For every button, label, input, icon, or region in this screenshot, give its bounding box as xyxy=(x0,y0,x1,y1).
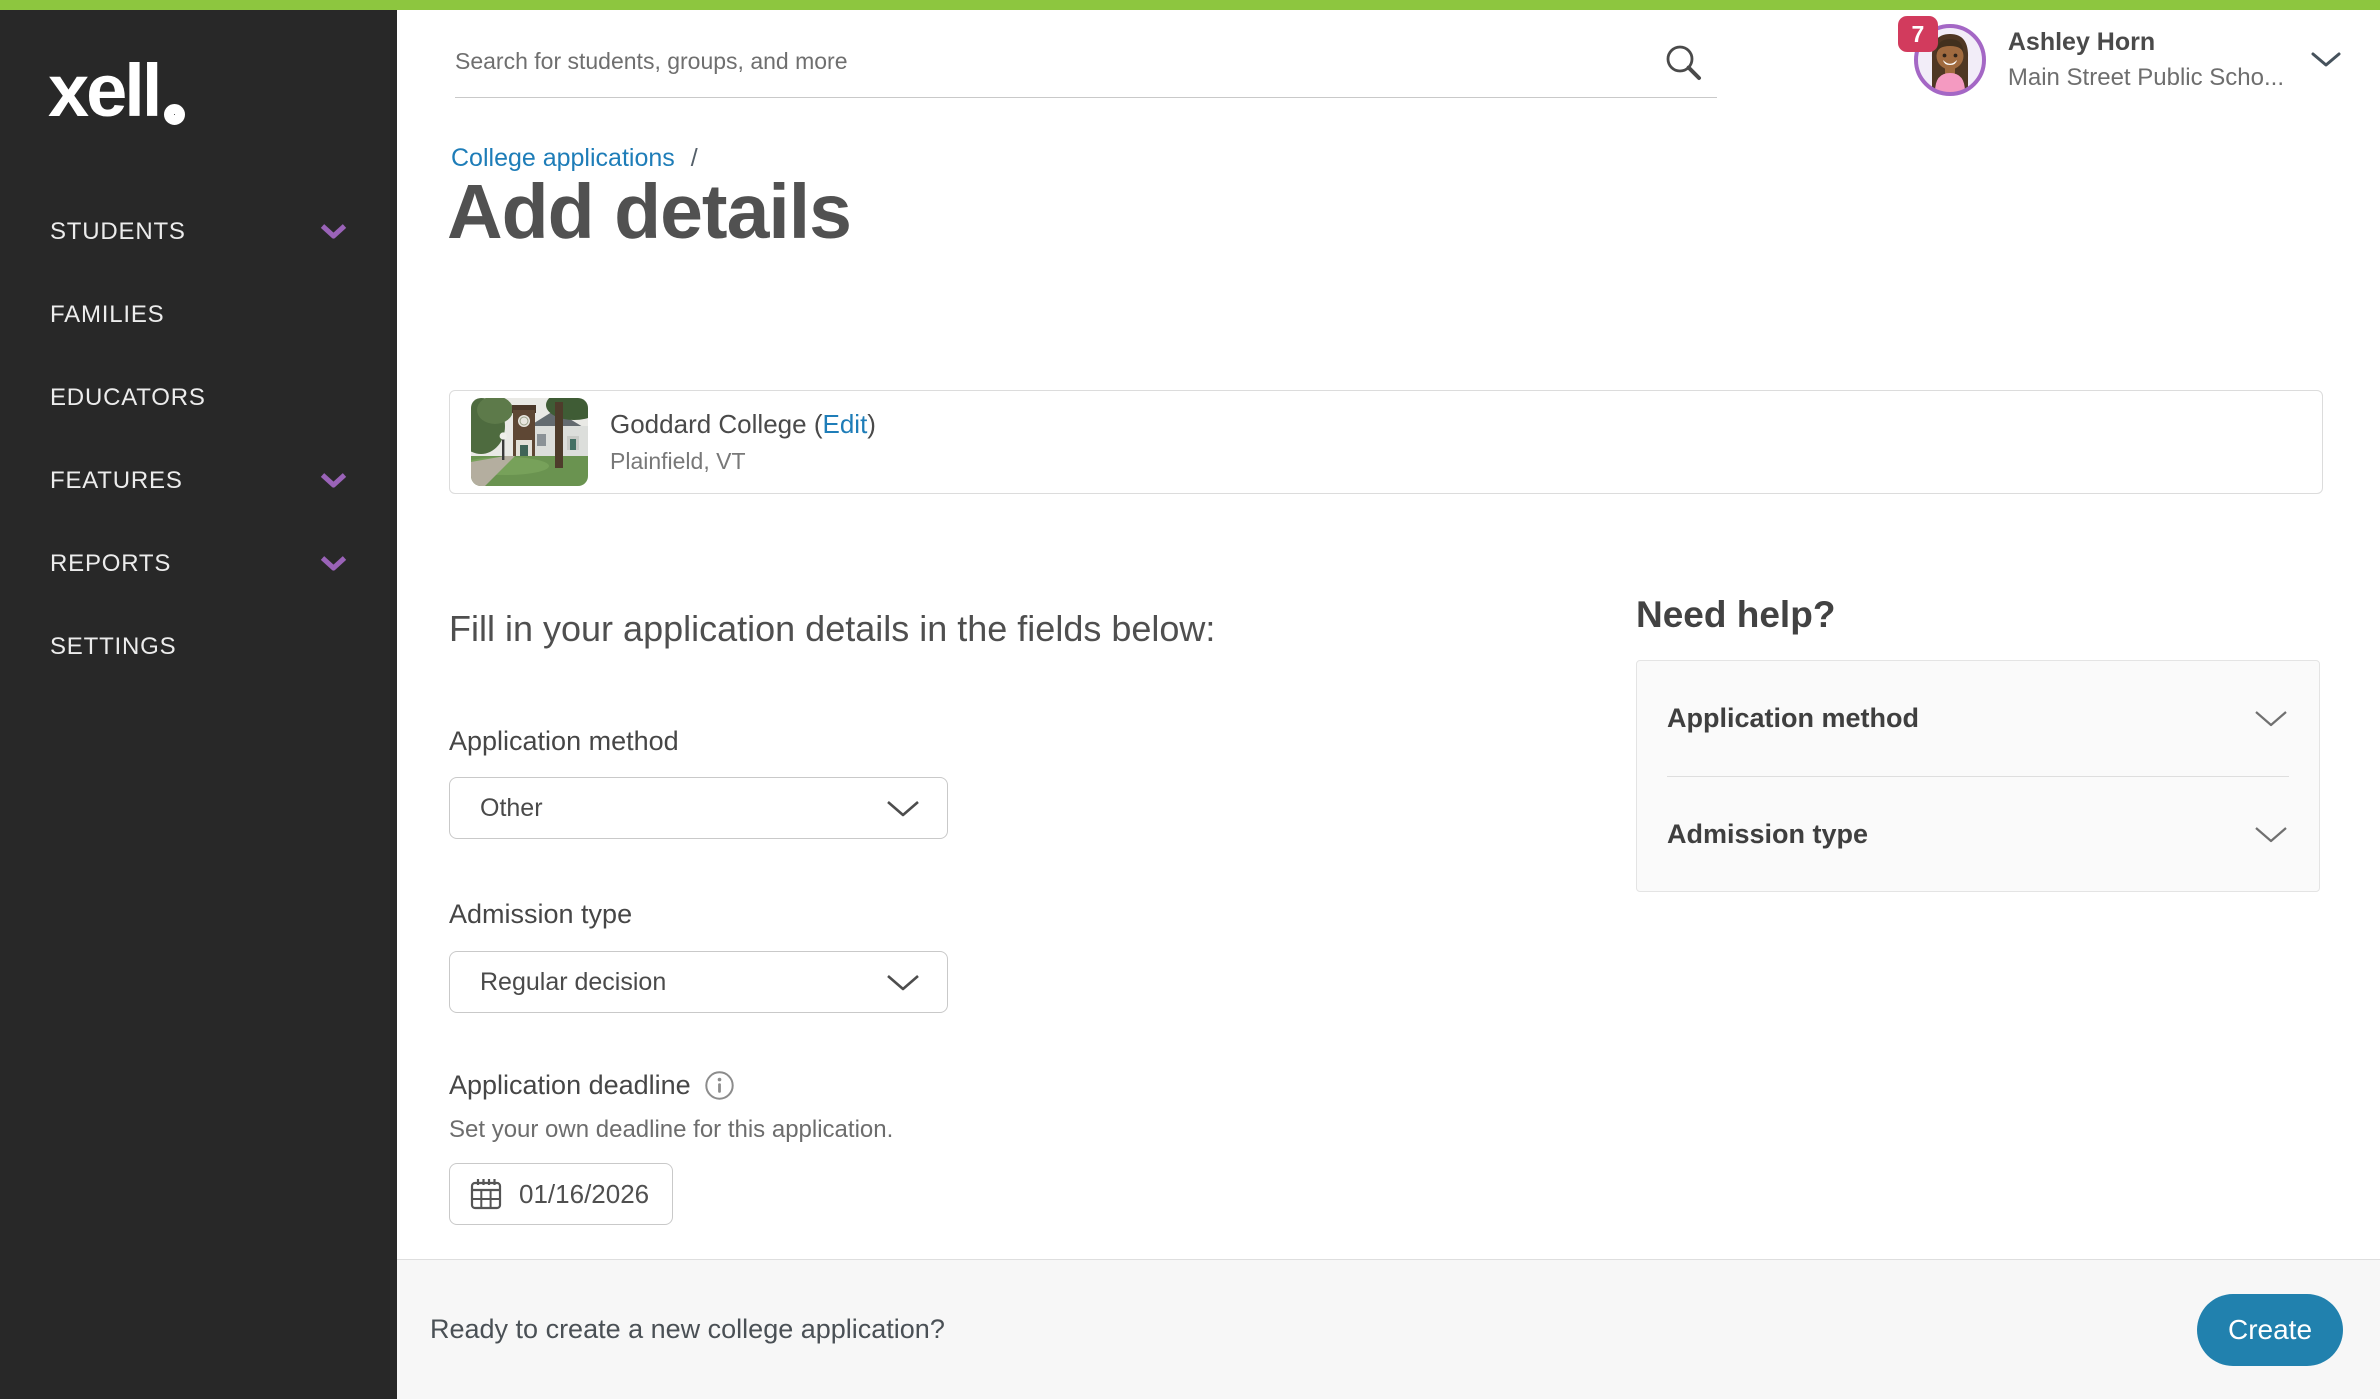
chevron-down-icon xyxy=(885,973,921,992)
footer-bar: Ready to create a new college applicatio… xyxy=(397,1259,2380,1399)
sidebar-item-label: EDUCATORS xyxy=(50,384,206,412)
notification-badge[interactable]: 7 xyxy=(1898,16,1938,52)
search-input[interactable] xyxy=(455,24,1635,84)
sidebar-item-label: FEATURES xyxy=(50,467,183,495)
help-accordion-label: Admission type xyxy=(1667,819,1868,850)
deadline-date-value: 01/16/2026 xyxy=(519,1179,649,1210)
chevron-down-icon xyxy=(320,556,347,571)
college-photo xyxy=(471,398,588,486)
application-deadline-row: Application deadline xyxy=(449,1070,735,1101)
sidebar-item-label: SETTINGS xyxy=(50,633,176,661)
chevron-down-icon xyxy=(2253,825,2289,844)
chevron-down-icon xyxy=(320,473,347,488)
help-card: Application method Admission type xyxy=(1636,660,2320,892)
search-icon[interactable] xyxy=(1661,40,1707,86)
logo-o-icon xyxy=(164,104,185,125)
user-menu[interactable]: 7 xyxy=(1912,22,2342,98)
help-accordion-admission-type[interactable]: Admission type xyxy=(1637,777,2319,892)
main-area: 7 xyxy=(397,10,2380,1399)
application-method-select[interactable]: Other xyxy=(449,777,948,839)
admission-type-value: Regular decision xyxy=(480,968,666,997)
chevron-down-icon xyxy=(885,799,921,818)
application-deadline-label: Application deadline xyxy=(449,1070,691,1101)
chevron-down-icon xyxy=(2253,709,2289,728)
sidebar-item-students[interactable]: STUDENTS xyxy=(0,190,397,273)
chevron-down-icon[interactable] xyxy=(2310,51,2342,69)
application-method-label: Application method xyxy=(449,726,679,757)
sidebar-item-features[interactable]: FEATURES xyxy=(0,439,397,522)
sidebar-nav: STUDENTS FAMILIES EDUCATORS FEATURES REP… xyxy=(0,190,397,688)
college-info: Goddard College (Edit) Plainfield, VT xyxy=(610,409,876,475)
sidebar-item-settings[interactable]: SETTINGS xyxy=(0,605,397,688)
deadline-description: Set your own deadline for this applicati… xyxy=(449,1116,893,1144)
sidebar-item-families[interactable]: FAMILIES xyxy=(0,273,397,356)
admission-type-label: Admission type xyxy=(449,899,632,930)
calendar-icon xyxy=(468,1176,504,1212)
form-heading: Fill in your application details in the … xyxy=(449,608,1215,650)
top-accent-bar xyxy=(0,0,2380,10)
info-icon[interactable] xyxy=(704,1070,735,1101)
paren-close: ) xyxy=(867,409,876,439)
need-help-heading: Need help? xyxy=(1636,594,1835,636)
help-accordion-application-method[interactable]: Application method xyxy=(1637,661,2319,776)
sidebar-item-label: STUDENTS xyxy=(50,218,186,246)
help-accordion-label: Application method xyxy=(1667,703,1919,734)
sidebar: xell STUDENTS FAMILIES EDUCATORS FEATURE… xyxy=(0,10,397,1399)
edit-link[interactable]: Edit xyxy=(822,409,867,439)
admission-type-select[interactable]: Regular decision xyxy=(449,951,948,1013)
sidebar-item-label: FAMILIES xyxy=(50,301,164,329)
college-name: Goddard College xyxy=(610,409,807,439)
user-organization: Main Street Public Scho... xyxy=(2008,64,2284,92)
chevron-down-icon xyxy=(320,224,347,239)
sidebar-item-educators[interactable]: EDUCATORS xyxy=(0,356,397,439)
xello-logo[interactable]: xell xyxy=(48,54,185,128)
college-name-row: Goddard College (Edit) xyxy=(610,409,876,440)
application-method-value: Other xyxy=(480,794,543,823)
search-bar xyxy=(455,24,1717,98)
college-location: Plainfield, VT xyxy=(610,448,876,475)
sidebar-item-reports[interactable]: REPORTS xyxy=(0,522,397,605)
deadline-date-input[interactable]: 01/16/2026 xyxy=(449,1163,673,1225)
footer-prompt: Ready to create a new college applicatio… xyxy=(430,1314,945,1345)
user-name: Ashley Horn xyxy=(2008,28,2284,57)
sidebar-item-label: REPORTS xyxy=(50,550,171,578)
user-info: Ashley Horn Main Street Public Scho... xyxy=(2008,28,2284,92)
create-button[interactable]: Create xyxy=(2197,1294,2343,1366)
app-window: xell STUDENTS FAMILIES EDUCATORS FEATURE… xyxy=(0,0,2380,1399)
avatar: 7 xyxy=(1912,22,1988,98)
college-card: Goddard College (Edit) Plainfield, VT xyxy=(449,390,2323,494)
page-title: Add details xyxy=(447,168,851,257)
logo-text: xell xyxy=(48,54,159,128)
